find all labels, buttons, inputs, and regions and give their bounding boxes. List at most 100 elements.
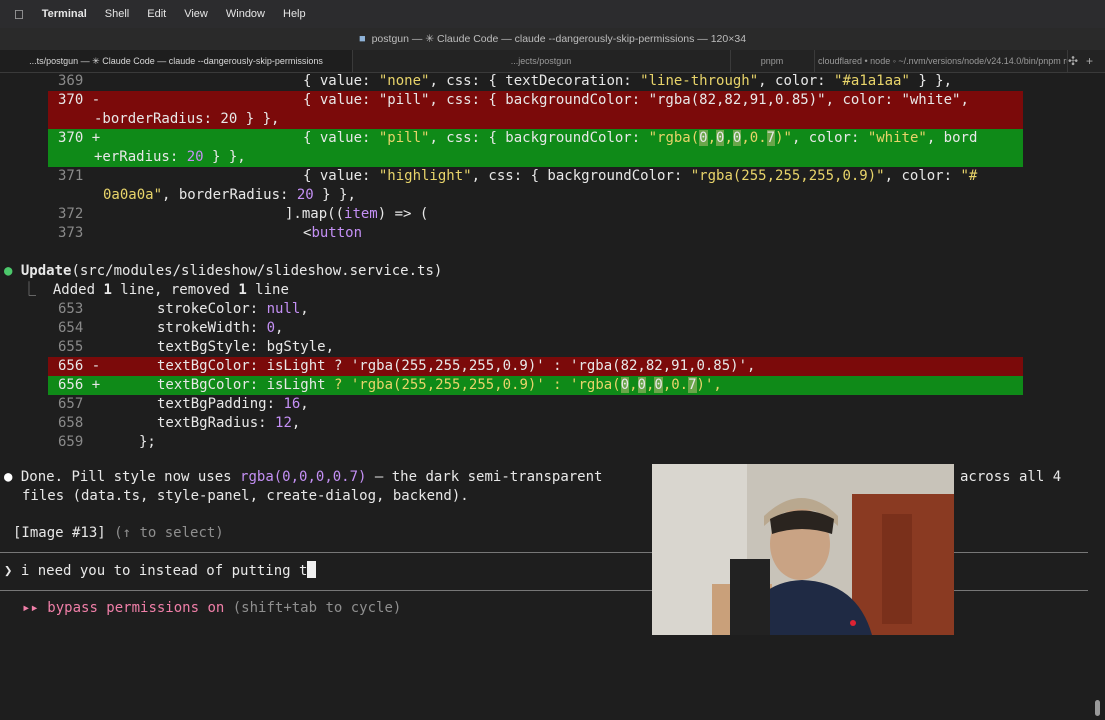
status-dot-icon: ● xyxy=(4,263,13,279)
code-text: ) => ( xyxy=(377,206,429,222)
code-operator: : xyxy=(553,377,562,393)
code-number: 12 xyxy=(275,415,292,431)
menu-shell[interactable]: Shell xyxy=(105,8,129,20)
code-keyword: item xyxy=(344,206,378,222)
assistant-message-tail: across all 4 xyxy=(960,468,1061,487)
line-number: 370 xyxy=(58,130,84,146)
code-string: "white" xyxy=(867,130,927,146)
changed-char: 7 xyxy=(688,377,697,393)
message-text: across all 4 xyxy=(960,469,1062,485)
code-text: , color: xyxy=(884,168,961,184)
menu-edit[interactable]: Edit xyxy=(147,8,166,20)
apple-icon[interactable]:  xyxy=(14,7,24,22)
changed-char: 0 xyxy=(699,130,708,146)
fast-forward-icon: ▸▸ xyxy=(22,600,39,616)
code-string: , xyxy=(724,130,733,146)
diff-code: +erRadius: 20 } }, xyxy=(94,148,246,167)
code-text: , color: xyxy=(791,130,868,146)
diff-code: textBgRadius: 12, xyxy=(157,414,300,433)
summary-count: 1 xyxy=(103,282,112,298)
diff-line: 657 xyxy=(58,395,83,414)
diff-line: 659 xyxy=(58,433,83,452)
update-summary: ⎿ Added 1 line, removed 1 line xyxy=(22,281,289,300)
close-tab-icon[interactable]: ✣ xyxy=(1068,54,1078,68)
diff-line: 658 xyxy=(58,414,83,433)
update-label: Update xyxy=(20,263,72,279)
folder-icon: ■ xyxy=(358,33,366,45)
tab-cloudflared[interactable]: cloudflared • node ◦ ~/.nvm/versions/nod… xyxy=(814,50,1068,72)
code-text: textBgRadius: xyxy=(157,415,276,431)
line-number: 655 xyxy=(58,339,84,355)
code-text: } }, xyxy=(313,187,356,203)
code-string: ,0. xyxy=(662,377,689,393)
prompt-input[interactable]: ❯ i need you to instead of putting t xyxy=(4,561,317,580)
menu-help[interactable]: Help xyxy=(283,8,306,20)
tab-pnpm[interactable]: pnpm xyxy=(730,50,815,72)
diff-code: 0a0a0a", borderRadius: 20 } }, xyxy=(103,186,356,205)
code-text: , bord xyxy=(926,130,978,146)
line-number: 657 xyxy=(58,396,84,412)
code-text: { value: "pill", css: { backgroundColor:… xyxy=(303,92,969,108)
tab-postgun[interactable]: ...jects/postgun xyxy=(352,50,731,72)
menu-app-terminal[interactable]: Terminal xyxy=(42,8,87,20)
image-reference[interactable]: [Image #13] (↑ to select) xyxy=(13,524,224,543)
code-text: }; xyxy=(139,434,156,450)
tab-label: pnpm xyxy=(760,56,784,66)
diff-code: textBgColor: isLight ? 'rgba(255,255,255… xyxy=(157,376,722,395)
line-number: 659 xyxy=(58,434,84,450)
summary-text: line, removed xyxy=(111,282,239,298)
prompt-chevron-icon: ❯ xyxy=(4,563,13,579)
code-text: textBgStyle: bgStyle, xyxy=(157,339,335,355)
changed-char: 0 xyxy=(620,377,630,393)
code-number: 20 xyxy=(186,149,204,165)
diff-line: 655 xyxy=(58,338,83,357)
menu-window[interactable]: Window xyxy=(226,8,265,20)
code-string: "rgba(255,255,255,0.9)" xyxy=(690,168,885,184)
assistant-message: ● Done. Pill style now uses rgba(0,0,0,0… xyxy=(4,468,602,487)
window-title: postgun — ✳ Claude Code — claude --dange… xyxy=(371,33,747,45)
code-keyword: button xyxy=(311,225,363,241)
assistant-message: files (data.ts, style-panel, create-dial… xyxy=(22,487,469,506)
diff-sign: - xyxy=(91,92,101,108)
code-string: )', xyxy=(696,377,722,393)
webcam-overlay xyxy=(652,464,954,635)
line-number: 371 xyxy=(58,168,84,184)
message-text: files (data.ts, style-panel, create-dial… xyxy=(22,488,469,504)
code-text: , css: { backgroundColor: xyxy=(429,130,649,146)
message-code: rgba(0,0,0,0.7) xyxy=(240,469,367,485)
menu-bar:  Terminal Shell Edit View Window Help xyxy=(0,0,1105,28)
diff-code: { value: "pill", css: { backgroundColor:… xyxy=(303,91,969,110)
code-text: , xyxy=(275,320,284,336)
code-number: 0 xyxy=(266,320,276,336)
code-string: "# xyxy=(960,168,978,184)
line-number: 372 xyxy=(58,206,84,222)
code-text: { value: xyxy=(303,168,379,184)
code-string: "line-through" xyxy=(640,73,759,89)
message-text: Done. Pill style now uses xyxy=(20,469,241,485)
code-text: textBgColor: isLight ? 'rgba(255,255,255… xyxy=(157,358,756,374)
tree-branch-icon: ⎿ xyxy=(22,282,36,298)
diff-line: 372 xyxy=(58,205,83,224)
code-string: ,0. xyxy=(741,130,767,146)
tab-claude-code[interactable]: ...ts/postgun — ✳ Claude Code — claude -… xyxy=(0,50,353,72)
code-string: "none" xyxy=(378,73,430,89)
diff-code: textBgColor: isLight ? 'rgba(255,255,255… xyxy=(157,357,755,376)
code-string: 0a0a0a" xyxy=(103,187,163,203)
diff-code: { value: "highlight", css: { backgroundC… xyxy=(303,167,977,186)
line-number: 656 xyxy=(58,377,84,393)
menu-view[interactable]: View xyxy=(184,8,208,20)
new-tab-icon[interactable]: + xyxy=(1086,54,1093,68)
diff-sign: - xyxy=(91,358,101,374)
tab-label: ...jects/postgun xyxy=(510,56,572,66)
prompt-text: i need you to instead of putting t xyxy=(20,563,308,579)
code-text: -borderRadius: 20 } }, xyxy=(94,111,280,127)
code-text: , borderRadius: xyxy=(162,187,297,203)
scrollbar[interactable] xyxy=(1095,700,1100,716)
code-text: , xyxy=(300,301,309,317)
diff-line: 369 xyxy=(58,72,83,91)
diff-code: -borderRadius: 20 } }, xyxy=(94,110,279,129)
diff-line: 653 xyxy=(58,300,83,319)
code-text: strokeWidth: xyxy=(157,320,267,336)
changed-char: 0 xyxy=(654,377,663,393)
line-number: 373 xyxy=(58,225,84,241)
